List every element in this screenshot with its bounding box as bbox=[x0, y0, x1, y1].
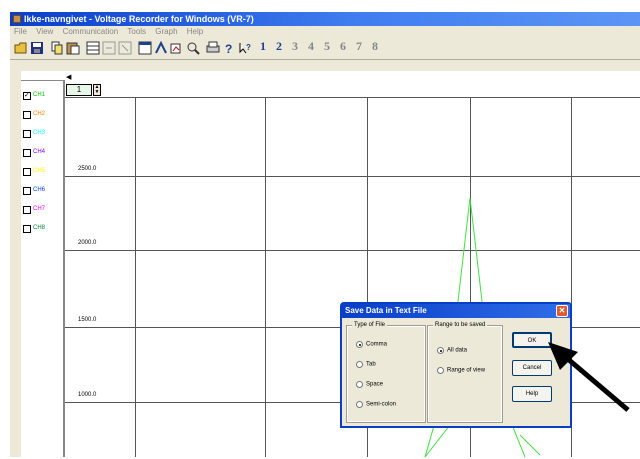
ch5-checkbox[interactable] bbox=[23, 167, 31, 176]
channel-item-ch7[interactable]: CH7 bbox=[23, 205, 45, 215]
whats-this-icon[interactable]: ? bbox=[238, 41, 252, 55]
save-text-dialog: Save Data in Text File ✕ Type of File Co… bbox=[340, 302, 572, 428]
radio-range-of-view-label: Range of view bbox=[447, 367, 486, 374]
menu-tools[interactable]: Tools bbox=[127, 27, 146, 36]
channel-item-ch6[interactable]: CH6 bbox=[23, 186, 45, 196]
radio-all-data-dot[interactable] bbox=[437, 347, 444, 354]
menu-help[interactable]: Help bbox=[187, 27, 203, 36]
radio-semicolon-dot[interactable] bbox=[356, 401, 363, 408]
channel-button-3[interactable]: 3 bbox=[292, 39, 298, 54]
ruler-strip bbox=[10, 60, 640, 71]
ch8-checkbox[interactable] bbox=[23, 224, 31, 233]
window-icon[interactable] bbox=[138, 41, 152, 55]
radio-space-dot[interactable] bbox=[356, 381, 363, 388]
open-icon[interactable] bbox=[14, 41, 28, 55]
grid-icon[interactable] bbox=[86, 41, 100, 55]
zoom-out-icon[interactable] bbox=[118, 41, 132, 55]
menu-view[interactable]: View bbox=[36, 27, 53, 36]
radio-tab-dot[interactable] bbox=[356, 361, 363, 368]
menu-bar: File View Communication Tools Graph Help bbox=[10, 26, 640, 37]
ch7-label: CH7 bbox=[33, 206, 46, 212]
radio-comma-label: Comma bbox=[366, 341, 388, 348]
ch6-label: CH6 bbox=[33, 187, 46, 193]
close-icon[interactable]: ✕ bbox=[556, 305, 568, 317]
channel-item-ch5[interactable]: CH5 bbox=[23, 167, 45, 177]
radio-tab-label: Tab bbox=[366, 361, 376, 368]
channel-button-2[interactable]: 2 bbox=[276, 39, 282, 54]
ch4-checkbox[interactable] bbox=[23, 148, 31, 157]
channel-button-5[interactable]: 5 bbox=[324, 39, 330, 54]
pointer-arrow-icon bbox=[548, 342, 630, 412]
dialog-title: Save Data in Text File bbox=[345, 306, 427, 315]
radio-space[interactable]: Space bbox=[356, 381, 383, 388]
paste-icon[interactable] bbox=[66, 41, 80, 55]
radio-all-data[interactable]: All data bbox=[437, 347, 467, 354]
channel-item-ch8[interactable]: CH8 bbox=[23, 224, 45, 234]
channel-button-1[interactable]: 1 bbox=[260, 39, 266, 54]
ch5-label: CH5 bbox=[33, 168, 46, 174]
y-tick-label: 2500.0 bbox=[78, 166, 97, 172]
zoom-control[interactable]: 1 ▲ ▼ bbox=[66, 84, 106, 96]
ch2-label: CH2 bbox=[33, 111, 46, 117]
channel-list: CH1 CH2 CH3 CH4 CH5 CH6 CH7 CH8 bbox=[21, 80, 65, 457]
ch7-checkbox[interactable] bbox=[23, 205, 31, 214]
ch1-checkbox[interactable] bbox=[23, 91, 31, 100]
y-tick-label: 1500.0 bbox=[78, 317, 97, 323]
ch1-label: CH1 bbox=[33, 92, 46, 98]
copy-icon[interactable] bbox=[50, 41, 64, 55]
type-of-file-group: Type of File Comma Tab Space Semi-colon bbox=[346, 322, 426, 423]
zoom-spinner[interactable]: ▲ ▼ bbox=[93, 84, 101, 96]
dialog-title-bar[interactable]: Save Data in Text File ✕ bbox=[342, 304, 570, 318]
ch8-label: CH8 bbox=[33, 225, 46, 231]
channel-button-8[interactable]: 8 bbox=[372, 39, 378, 54]
range-group-title: Range to be saved bbox=[433, 322, 488, 328]
menu-file[interactable]: File bbox=[14, 27, 27, 36]
y-tick-label: 2000.0 bbox=[78, 240, 97, 246]
radio-space-label: Space bbox=[366, 381, 384, 388]
channel-button-4[interactable]: 4 bbox=[308, 39, 314, 54]
ch3-label: CH3 bbox=[33, 130, 46, 136]
window-title: Ikke-navngivet - Voltage Recorder for Wi… bbox=[24, 14, 254, 24]
radio-tab[interactable]: Tab bbox=[356, 361, 376, 368]
radio-comma[interactable]: Comma bbox=[356, 341, 387, 348]
range-group: Range to be saved All data Range of view bbox=[427, 322, 503, 423]
ch6-checkbox[interactable] bbox=[23, 186, 31, 195]
zoom-value[interactable]: 1 bbox=[66, 84, 92, 96]
radio-range-of-view[interactable]: Range of view bbox=[437, 367, 485, 374]
svg-text:?: ? bbox=[246, 43, 251, 52]
save-icon[interactable] bbox=[30, 41, 44, 55]
channel-button-7[interactable]: 7 bbox=[356, 39, 362, 54]
svg-text:?: ? bbox=[225, 42, 232, 55]
type-group-title: Type of File bbox=[352, 322, 388, 328]
radio-all-data-label: All data bbox=[447, 347, 468, 354]
ch2-checkbox[interactable] bbox=[23, 110, 31, 119]
toolbar: ? ? 1 2 3 4 5 6 7 8 bbox=[10, 37, 640, 60]
menu-communication[interactable]: Communication bbox=[63, 27, 119, 36]
window-title-bar[interactable]: Ikke-navngivet - Voltage Recorder for Wi… bbox=[10, 12, 640, 26]
copy-graph-icon[interactable] bbox=[170, 41, 184, 55]
app-icon bbox=[13, 15, 21, 23]
channel-item-ch4[interactable]: CH4 bbox=[23, 148, 45, 158]
help-icon[interactable]: ? bbox=[222, 41, 236, 55]
radio-comma-dot[interactable] bbox=[356, 341, 363, 348]
ch3-checkbox[interactable] bbox=[23, 129, 31, 138]
radio-range-of-view-dot[interactable] bbox=[437, 367, 444, 374]
print-icon[interactable] bbox=[206, 41, 220, 55]
zoom-in-icon[interactable] bbox=[102, 41, 116, 55]
radio-semicolon-label: Semi-colon bbox=[366, 401, 397, 408]
channel-button-6[interactable]: 6 bbox=[340, 39, 346, 54]
channel-item-ch3[interactable]: CH3 bbox=[23, 129, 45, 139]
ch4-label: CH4 bbox=[33, 149, 46, 155]
y-tick-label: 1000.0 bbox=[78, 392, 97, 398]
measure-icon[interactable] bbox=[154, 41, 168, 55]
channel-item-ch1[interactable]: CH1 bbox=[23, 91, 45, 101]
menu-graph[interactable]: Graph bbox=[155, 27, 177, 36]
channel-item-ch2[interactable]: CH2 bbox=[23, 110, 45, 120]
radio-semicolon[interactable]: Semi-colon bbox=[356, 401, 396, 408]
marker-icon[interactable] bbox=[186, 41, 200, 55]
left-frame bbox=[10, 71, 21, 457]
